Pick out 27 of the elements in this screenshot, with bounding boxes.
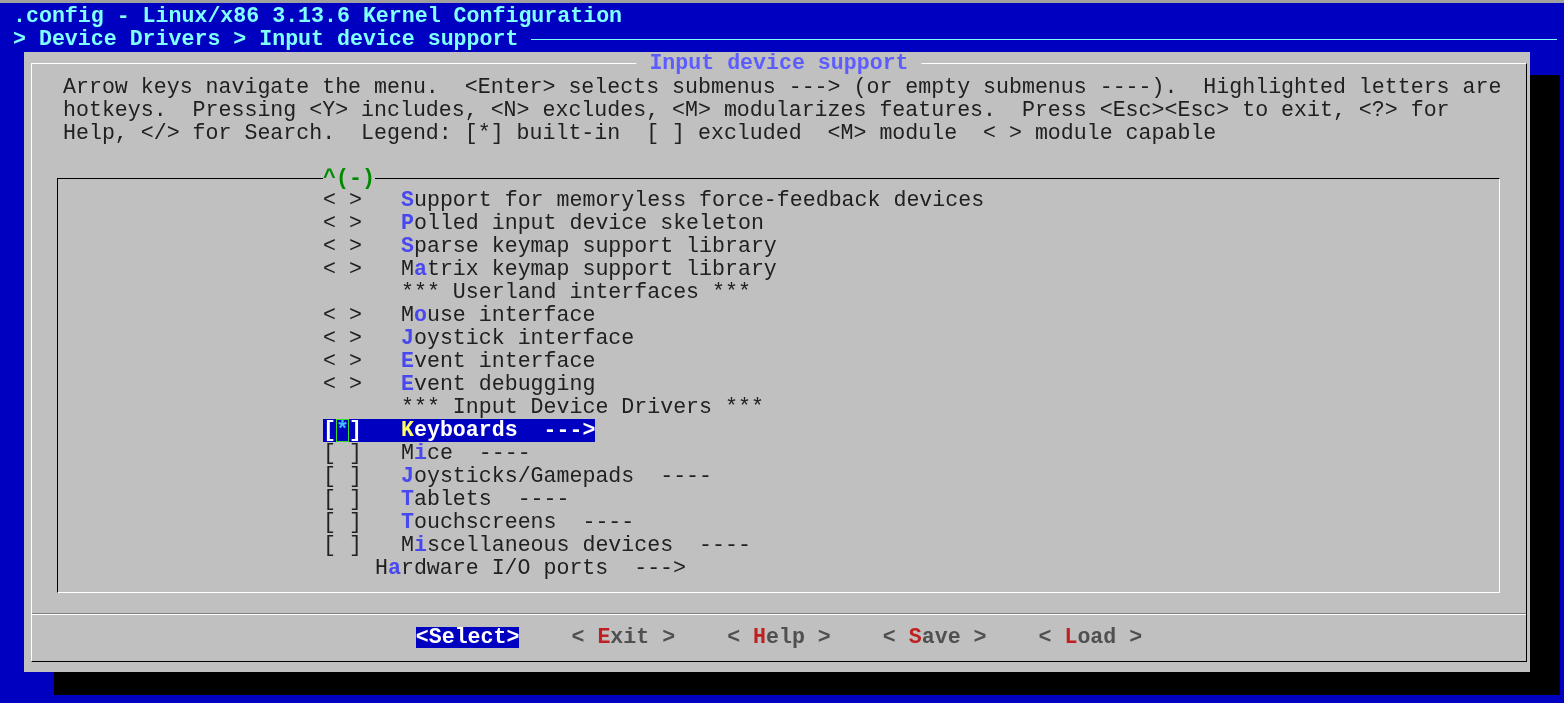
- menu-item[interactable]: < > Sparse keymap support library: [323, 235, 777, 258]
- menu-item[interactable]: < > Matrix keymap support library: [323, 258, 777, 281]
- menu-item[interactable]: [ ] Touchscreens ----: [323, 511, 635, 534]
- dialog-button[interactable]: < Load >: [1038, 627, 1143, 648]
- menu-item[interactable]: < > Event interface: [323, 350, 596, 373]
- window-title: .config - Linux/x86 3.13.6 Kernel Configuration: [12, 5, 624, 28]
- menu-item[interactable]: < > Mouse interface: [323, 304, 596, 327]
- dialog-button[interactable]: < Help >: [727, 627, 831, 648]
- dialog-button[interactable]: < Exit >: [571, 627, 676, 648]
- menu-comment: *** Userland interfaces ***: [400, 281, 751, 304]
- menu-item[interactable]: < > Event debugging: [323, 373, 596, 396]
- breadcrumb: > Device Drivers > Input device support: [13, 28, 519, 51]
- menu-item[interactable]: [ ] Tablets ----: [323, 488, 570, 511]
- menu-item[interactable]: < > Support for memoryless force-feedback devices: [323, 189, 985, 212]
- help-text: Arrow keys navigate the menu. <Enter> selects submenus ---> (or empty submenus ----). Highlighted letters are hotkeys. Pressing <Y> includes, <N> excludes, <M> modularizes features. Press <Esc><Esc> to exit, <?> for Help, </> for Search. Legend: [*] built-in [ ] excluded <M> module < > module capable: [63, 76, 1502, 145]
- menu-item[interactable]: < > Polled input device skeleton: [323, 212, 764, 235]
- menu-item[interactable]: [*] Keyboards --->: [323, 419, 596, 442]
- menu-item[interactable]: Hardware I/O ports --->: [323, 557, 687, 580]
- menu-item[interactable]: [ ] Mice ----: [323, 442, 531, 465]
- menu-item[interactable]: [ ] Miscellaneous devices ----: [323, 534, 751, 557]
- menu-item[interactable]: < > Joystick interface: [323, 327, 635, 350]
- scroll-indicator: ^(-): [323, 167, 375, 190]
- menu-item[interactable]: [ ] Joysticks/Gamepads ----: [323, 465, 712, 488]
- menu-comment: *** Input Device Drivers ***: [400, 396, 764, 419]
- dialog-button[interactable]: < Save >: [882, 627, 987, 648]
- dialog-button[interactable]: <Select>: [415, 627, 520, 648]
- dialog-title: Input device support: [636, 52, 922, 75]
